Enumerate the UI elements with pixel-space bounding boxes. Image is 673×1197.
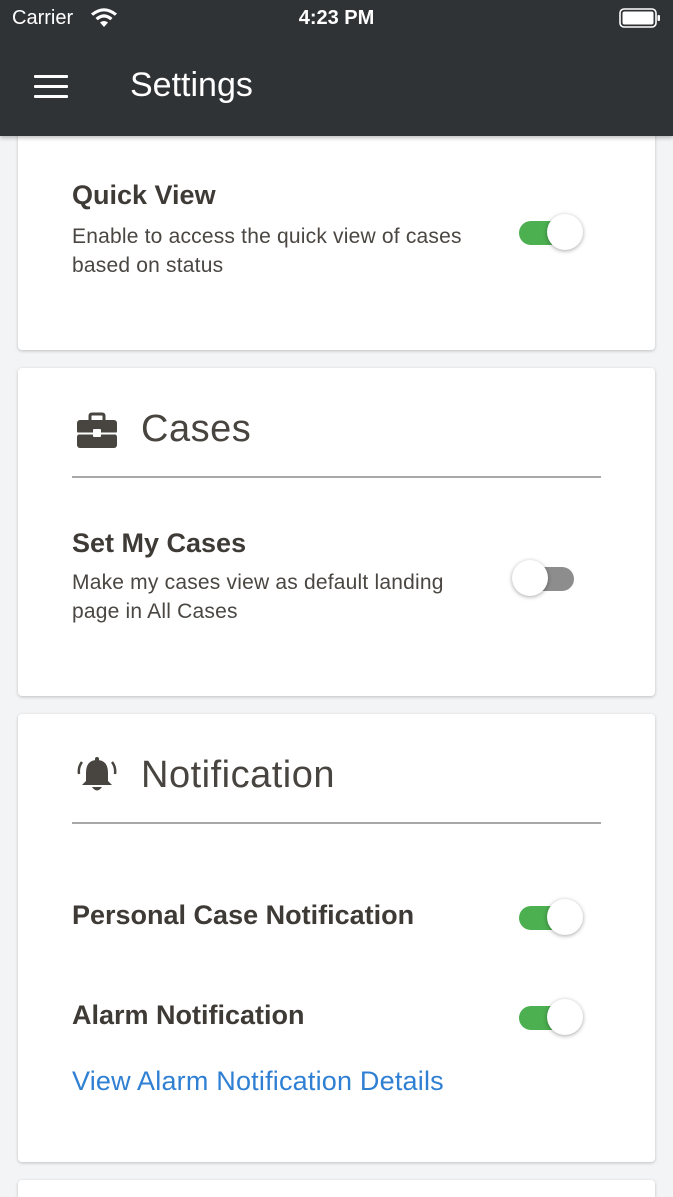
alarm-notification-toggle[interactable] <box>517 996 583 1036</box>
page-title: Settings <box>130 66 253 104</box>
cases-section-title: Cases <box>141 408 252 450</box>
set-my-cases-title: Set My Cases <box>72 528 247 558</box>
next-card-partial <box>18 1180 655 1197</box>
notification-card: Notification Personal Case Notification … <box>18 714 655 1162</box>
personal-case-notification-toggle[interactable] <box>517 896 583 936</box>
status-time: 4:23 PM <box>298 7 375 29</box>
set-my-cases-description: Make my cases view as default landing pa… <box>72 571 444 623</box>
status-bar: Carrier 4:23 PM <box>0 0 673 38</box>
briefcase-icon <box>77 412 117 448</box>
personal-case-notification-title: Personal Case Notification <box>72 900 415 930</box>
hamburger-menu-icon[interactable] <box>34 75 68 99</box>
set-my-cases-toggle[interactable] <box>512 557 582 597</box>
alarm-notification-title: Alarm Notification <box>72 1000 305 1030</box>
app-header: Carrier 4:23 PM Settings <box>0 0 673 136</box>
view-alarm-notification-details-link[interactable]: View Alarm Notification Details <box>72 1066 444 1097</box>
quick-view-title: Quick View <box>72 180 216 210</box>
quick-view-toggle[interactable] <box>517 211 583 251</box>
quick-view-card: Quick View Enable to access the quick vi… <box>18 110 655 350</box>
cases-card: Cases Set My Cases Make my cases view as… <box>18 368 655 696</box>
battery-icon <box>619 8 660 28</box>
notification-divider <box>72 822 601 824</box>
cases-divider <box>72 476 601 478</box>
bell-icon <box>77 757 117 791</box>
notification-section-title: Notification <box>141 754 335 796</box>
quick-view-description: Enable to access the quick view of cases… <box>72 225 462 277</box>
